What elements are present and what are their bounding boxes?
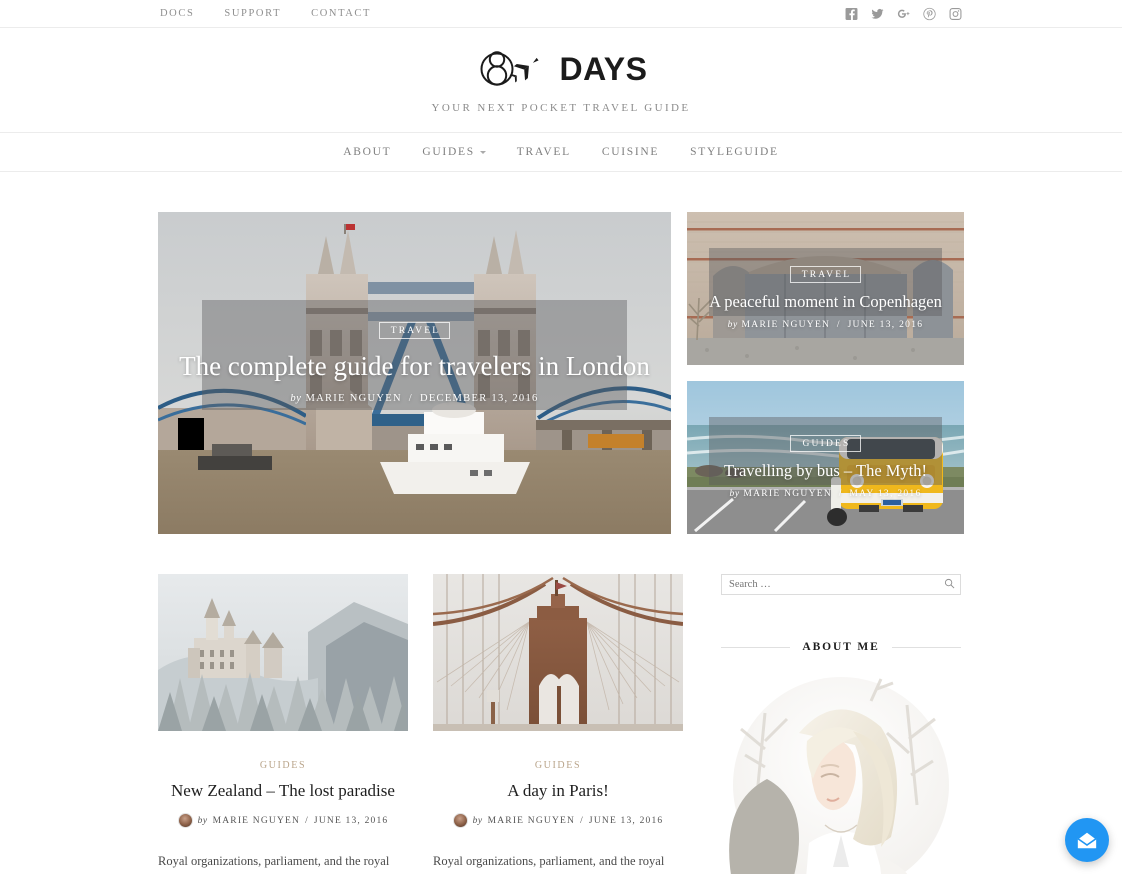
lower-section: GUIDES New Zealand – The lost paradise b… (158, 574, 964, 874)
meta-separator: / (408, 393, 413, 404)
bus-title: Travelling by bus – The Myth! (723, 461, 928, 480)
featured-card-text: TRAVEL The complete guide for travelers … (158, 320, 671, 404)
top-bar: DOCS SUPPORT CONTACT (0, 0, 1122, 28)
contact-fab-button[interactable] (1065, 818, 1109, 862)
bus-card-text: GUIDES Travelling by bus – The Myth! by … (687, 433, 964, 499)
pinterest-icon[interactable] (923, 7, 936, 20)
nav-item-cuisine[interactable]: CUISINE (602, 146, 659, 158)
post-meta: by MARIE NGUYEN / JUNE 13, 2016 (158, 813, 408, 828)
page-root: DOCS SUPPORT CONTACT DAYS YOUR NEXT POCK… (0, 0, 1122, 874)
nav-label-travel: TRAVEL (516, 146, 571, 158)
nav-item-about[interactable]: ABOUT (343, 146, 391, 158)
meta-separator: / (305, 815, 309, 826)
nav-item-guides[interactable]: GUIDES (422, 146, 486, 158)
byline-prefix: by (729, 489, 740, 499)
byline-prefix: by (197, 815, 208, 826)
byline-prefix: by (472, 815, 483, 826)
google-plus-icon[interactable] (897, 7, 910, 20)
post-thumbnail-link[interactable] (432, 574, 684, 736)
post-excerpt: Royal organizations, parliament, and the… (158, 854, 390, 868)
featured-side-column: TRAVEL A peaceful moment in Copenhagen b… (687, 212, 964, 534)
featured-title: The complete guide for travelers in Lond… (179, 351, 650, 381)
byline-prefix: by (290, 393, 302, 404)
site-logo[interactable]: DAYS (475, 47, 648, 91)
copenhagen-card-text: TRAVEL A peaceful moment in Copenhagen b… (687, 264, 964, 330)
top-bar-links: DOCS SUPPORT CONTACT (160, 8, 371, 19)
featured-card-bus[interactable]: GUIDES Travelling by bus – The Myth! by … (687, 381, 964, 534)
site-tagline: YOUR NEXT POCKET TRAVEL GUIDE (431, 101, 691, 114)
author-name: MARIE NGUYEN (741, 320, 831, 330)
post-date: JUNE 13, 2016 (313, 815, 389, 826)
post-thumbnail-link[interactable] (158, 574, 408, 736)
post-date: JUNE 13, 2016 (588, 815, 664, 826)
main-navigation: ABOUT GUIDES TRAVEL CUISINE STYLEGUIDE (0, 133, 1122, 172)
about-me-title: ABOUT ME (802, 641, 880, 653)
featured-grid: TRAVEL The complete guide for travelers … (158, 212, 964, 534)
about-me-widget-header: ABOUT ME (721, 641, 962, 653)
avatar (177, 813, 193, 828)
copenhagen-meta: by MARIE NGUYEN / JUNE 13, 2016 (687, 320, 964, 330)
meta-separator: / (580, 815, 584, 826)
social-links (845, 7, 962, 20)
logo-text-days: DAYS (559, 50, 648, 87)
twitter-icon[interactable] (871, 7, 884, 20)
post-date: JUNE 13, 2016 (847, 320, 924, 330)
chevron-down-icon (479, 150, 486, 154)
search-submit-button[interactable] (942, 577, 956, 591)
nav-item-travel[interactable]: TRAVEL (517, 146, 571, 158)
topbar-link-support[interactable]: SUPPORT (224, 8, 281, 19)
post-meta: by MARIE NGUYEN / JUNE 13, 2016 (433, 813, 683, 828)
rule-left (721, 646, 791, 648)
post-date: MAY 13, 2016 (849, 489, 922, 499)
author-name: MARIE NGUYEN (743, 489, 833, 499)
rule-right (891, 646, 962, 648)
featured-card-london[interactable]: TRAVEL The complete guide for travelers … (158, 212, 671, 534)
brooklyn-bridge-photo (432, 574, 684, 736)
sidebar: ABOUT ME (721, 574, 962, 874)
copenhagen-title: A peaceful moment in Copenhagen (709, 292, 942, 311)
category-badge-travel[interactable]: TRAVEL (378, 322, 451, 339)
byline-prefix: by (727, 320, 738, 330)
instagram-icon[interactable] (949, 7, 962, 20)
nav-item-styleguide[interactable]: STYLEGUIDE (690, 146, 779, 158)
category-badge-guides[interactable]: GUIDES (790, 435, 861, 452)
topbar-link-docs[interactable]: DOCS (160, 8, 194, 19)
bus-meta: by MARIE NGUYEN / MAY 13, 2016 (687, 489, 964, 499)
post-card-new-zealand: GUIDES New Zealand – The lost paradise b… (158, 574, 408, 874)
post-card-paris: GUIDES A day in Paris! by MARIE NGUYEN /… (432, 574, 684, 874)
post-list: GUIDES New Zealand – The lost paradise b… (158, 574, 684, 874)
open-envelope-icon (1077, 830, 1097, 849)
post-excerpt: Royal organizations, parliament, and the… (433, 854, 665, 868)
topbar-link-contact[interactable]: CONTACT (311, 8, 371, 19)
content-area: TRAVEL The complete guide for travelers … (0, 212, 1122, 874)
post-title-paris[interactable]: A day in Paris! (433, 781, 683, 801)
snow-castle-mountain-photo (158, 574, 408, 736)
search-input[interactable] (721, 574, 961, 595)
search-widget (721, 574, 961, 595)
nav-label-guides: GUIDES (422, 146, 475, 158)
avatar (452, 813, 468, 828)
post-title-new-zealand[interactable]: New Zealand – The lost paradise (158, 781, 408, 801)
post-date: DECEMBER 13, 2016 (419, 393, 539, 404)
featured-meta: by MARIE NGUYEN / DECEMBER 13, 2016 (158, 393, 671, 404)
meta-separator: / (836, 320, 841, 330)
site-branding: DAYS YOUR NEXT POCKET TRAVEL GUIDE (0, 28, 1122, 133)
author-name: MARIE NGUYEN (212, 815, 301, 826)
facebook-icon[interactable] (845, 7, 858, 20)
blonde-woman-portrait-photo (721, 675, 961, 874)
post-category-guides[interactable]: GUIDES (433, 760, 683, 771)
author-name: MARIE NGUYEN (305, 393, 402, 404)
nav-label-about: ABOUT (343, 146, 392, 158)
author-name: MARIE NGUYEN (487, 815, 576, 826)
category-badge-travel[interactable]: TRAVEL (789, 266, 862, 283)
nav-label-styleguide: STYLEGUIDE (690, 146, 779, 158)
nav-label-cuisine: CUISINE (601, 146, 660, 158)
search-icon (944, 578, 954, 589)
meta-separator: / (838, 489, 843, 499)
featured-card-copenhagen[interactable]: TRAVEL A peaceful moment in Copenhagen b… (687, 212, 964, 365)
post-category-guides[interactable]: GUIDES (158, 760, 408, 771)
plane-circle-icon (480, 50, 539, 86)
